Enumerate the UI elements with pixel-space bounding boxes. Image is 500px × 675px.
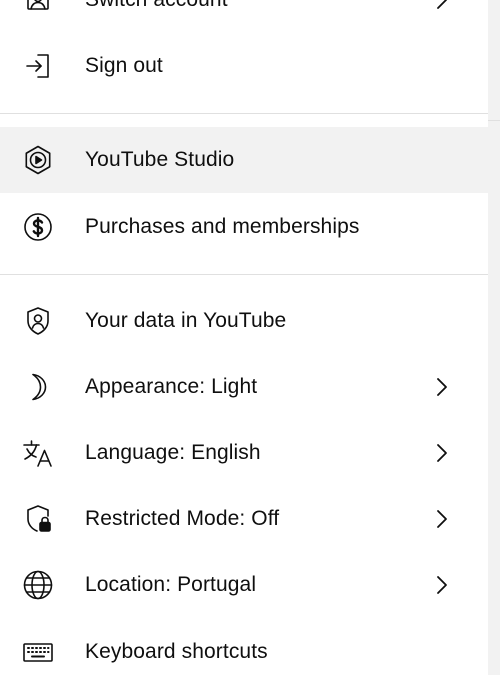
menu-item-label: Location: Portugal [85, 573, 257, 596]
menu-item-youtube-studio[interactable]: YouTube Studio [0, 127, 488, 193]
keyboard-icon [21, 635, 55, 669]
menu-item-label: Restricted Mode: Off [85, 507, 280, 530]
menu-item-keyboard-shortcuts[interactable]: Keyboard shortcuts [0, 619, 488, 675]
menu-item-label: Switch account [85, 0, 228, 12]
shield-person-icon [21, 304, 55, 338]
chevron-right-icon [432, 0, 452, 14]
menu-item-label: Appearance: Light [85, 375, 258, 398]
menu-item-switch-account[interactable]: Switch account [0, 0, 488, 33]
menu-item-label: Keyboard shortcuts [85, 640, 268, 663]
youtube-studio-icon [21, 143, 55, 177]
account-menu: Switch account Sign out YouTube Studio [0, 0, 488, 675]
chevron-right-icon [432, 439, 452, 467]
menu-item-language[interactable]: Language: English [0, 420, 488, 486]
scrollbar-track[interactable] [488, 0, 500, 675]
moon-icon [21, 370, 55, 404]
menu-item-your-data[interactable]: Your data in YouTube [0, 288, 488, 354]
sign-out-icon [21, 49, 55, 83]
divider [0, 274, 488, 275]
menu-item-purchases[interactable]: Purchases and memberships [0, 194, 488, 260]
menu-item-label: Your data in YouTube [85, 309, 287, 332]
menu-item-label: Sign out [85, 54, 163, 77]
menu-item-restricted-mode[interactable]: Restricted Mode: Off [0, 486, 488, 552]
divider [0, 113, 488, 114]
menu-item-label: Purchases and memberships [85, 215, 360, 238]
switch-account-icon [21, 0, 55, 17]
menu-item-appearance[interactable]: Appearance: Light [0, 354, 488, 420]
chevron-right-icon [432, 505, 452, 533]
globe-icon [21, 568, 55, 602]
chevron-right-icon [432, 571, 452, 599]
menu-item-location[interactable]: Location: Portugal [0, 552, 488, 618]
chevron-right-icon [432, 373, 452, 401]
restricted-mode-icon [21, 502, 55, 536]
translate-icon [21, 436, 55, 470]
menu-item-sign-out[interactable]: Sign out [0, 33, 488, 99]
dollar-icon [21, 210, 55, 244]
menu-item-label: Language: English [85, 441, 261, 464]
divider [488, 120, 500, 121]
menu-item-label: YouTube Studio [85, 148, 235, 171]
